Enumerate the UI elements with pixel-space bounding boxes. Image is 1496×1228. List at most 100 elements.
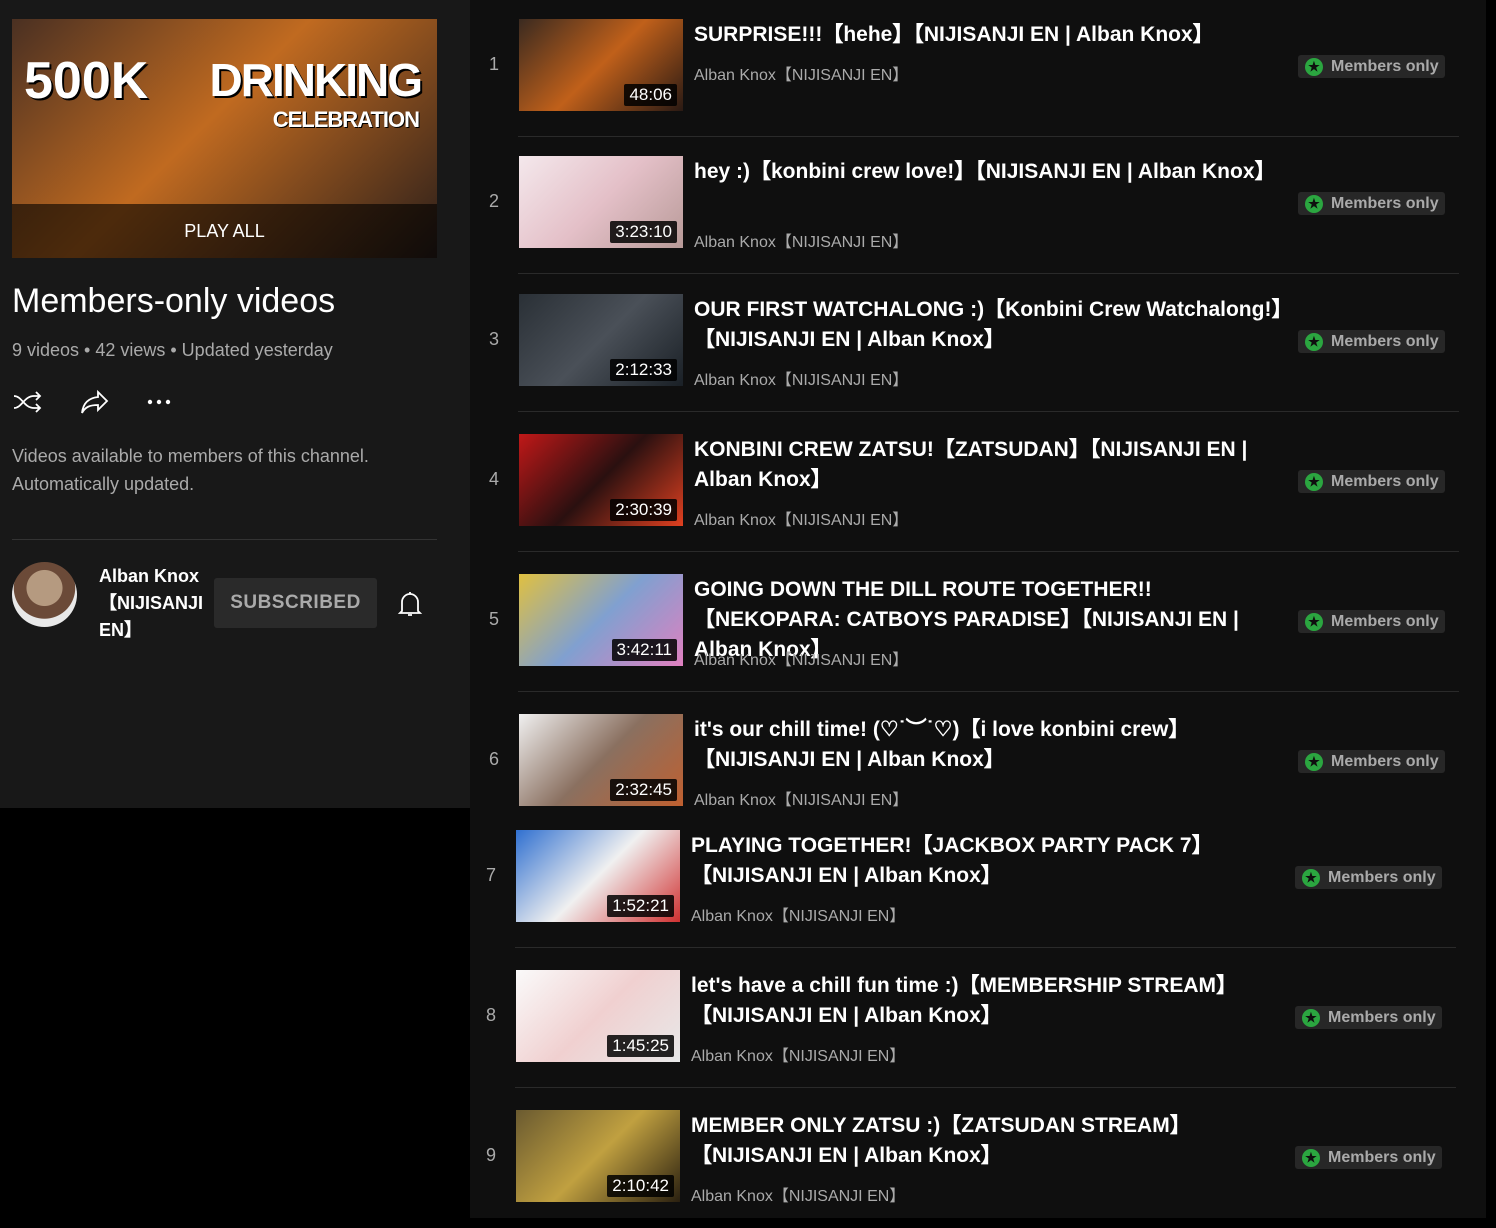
badge-label: Members only: [1328, 1008, 1436, 1026]
video-duration: 3:42:11: [611, 639, 677, 661]
star-icon: ★: [1305, 194, 1323, 213]
video-thumbnail[interactable]: 1:52:21: [516, 830, 680, 922]
members-only-badge: ★ Members only: [1298, 192, 1445, 215]
playlist-video-row[interactable]: 9 2:10:42 MEMBER ONLY ZATSU :)【ZATSUDAN …: [467, 1091, 1456, 1228]
thumbnail-text: 500K: [24, 52, 149, 110]
video-channel[interactable]: Alban Knox【NIJISANJI EN】: [694, 646, 908, 670]
video-index: 4: [488, 469, 499, 489]
star-icon: ★: [1302, 868, 1320, 887]
video-channel[interactable]: Alban Knox【NIJISANJI EN】: [691, 1182, 905, 1206]
members-only-badge: ★ Members only: [1298, 470, 1445, 493]
members-only-badge: ★ Members only: [1298, 750, 1445, 773]
playlist-sidebar: 500K DRINKING CELEBRATION PLAY ALL Membe…: [0, 0, 470, 808]
video-thumbnail[interactable]: 2:12:33: [519, 294, 683, 386]
divider: [515, 1087, 1456, 1088]
video-thumbnail[interactable]: 3:42:11: [519, 574, 683, 666]
video-duration: 48:06: [624, 84, 677, 106]
video-title[interactable]: OUR FIRST WATCHALONG :)【Konbini Crew Wat…: [694, 295, 1284, 355]
video-thumbnail[interactable]: 2:30:39: [519, 434, 683, 526]
video-list: 1 48:06 SURPRISE!!!【hehe】【NIJISANJI EN |…: [470, 0, 1486, 1218]
badge-label: Members only: [1331, 472, 1439, 490]
video-index: 3: [488, 329, 499, 349]
video-title[interactable]: PLAYING TOGETHER!【JACKBOX PARTY PACK 7】【…: [691, 831, 1281, 891]
star-icon: ★: [1302, 1008, 1320, 1027]
badge-label: Members only: [1331, 612, 1439, 630]
playlist-video-row[interactable]: 7 1:52:21 PLAYING TOGETHER!【JACKBOX PART…: [467, 811, 1456, 948]
video-channel[interactable]: Alban Knox【NIJISANJI EN】: [691, 1042, 905, 1066]
video-title[interactable]: it's our chill time! (♡˙︶˙♡)【i love konb…: [694, 715, 1284, 775]
video-title[interactable]: SURPRISE!!!【hehe】【NIJISANJI EN | Alban K…: [694, 20, 1284, 50]
playlist-video-row[interactable]: 3 2:12:33 OUR FIRST WATCHALONG :)【Konbin…: [470, 275, 1459, 412]
video-thumbnail[interactable]: 3:23:10: [519, 156, 683, 248]
star-icon: ★: [1305, 472, 1323, 491]
video-duration: 1:45:25: [607, 1035, 674, 1057]
thumbnail-text: CELEBRATION: [272, 107, 420, 132]
divider: [515, 947, 1456, 948]
playlist-thumbnail[interactable]: 500K DRINKING CELEBRATION PLAY ALL: [12, 19, 437, 258]
playlist-video-row[interactable]: 4 2:30:39 KONBINI CREW ZATSU!【ZATSUDAN】【…: [470, 415, 1459, 552]
badge-label: Members only: [1328, 1148, 1436, 1166]
video-channel[interactable]: Alban Knox【NIJISANJI EN】: [691, 902, 905, 926]
video-channel[interactable]: Alban Knox【NIJISANJI EN】: [694, 61, 908, 85]
shuffle-icon[interactable]: [12, 388, 44, 416]
star-icon: ★: [1305, 752, 1323, 771]
video-thumbnail[interactable]: 48:06: [519, 19, 683, 111]
video-thumbnail[interactable]: 1:45:25: [516, 970, 680, 1062]
members-only-badge: ★ Members only: [1295, 1006, 1442, 1029]
video-channel[interactable]: Alban Knox【NIJISANJI EN】: [694, 506, 908, 530]
playlist-video-row[interactable]: 8 1:45:25 let's have a chill fun time :)…: [467, 951, 1456, 1088]
video-index: 8: [485, 1005, 496, 1025]
bell-icon[interactable]: [397, 590, 423, 623]
playlist-video-row[interactable]: 2 3:23:10 hey :)【konbini crew love!】【NIJ…: [470, 137, 1459, 274]
video-thumbnail[interactable]: 2:32:45: [519, 714, 683, 806]
video-duration: 1:52:21: [607, 895, 674, 917]
playlist-video-row[interactable]: 5 3:42:11 GOING DOWN THE DILL ROUTE TOGE…: [470, 555, 1459, 692]
divider: [518, 551, 1459, 552]
members-only-badge: ★ Members only: [1295, 866, 1442, 889]
video-index: 2: [488, 191, 499, 211]
badge-label: Members only: [1331, 194, 1439, 212]
thumbnail-text: DRINKING: [209, 54, 423, 106]
video-title[interactable]: hey :)【konbini crew love!】【NIJISANJI EN …: [694, 157, 1284, 187]
video-index: 7: [485, 865, 496, 885]
video-index: 5: [488, 609, 499, 629]
video-title[interactable]: let's have a chill fun time :)【MEMBERSHI…: [691, 971, 1281, 1031]
star-icon: ★: [1305, 332, 1323, 351]
video-title[interactable]: MEMBER ONLY ZATSU :)【ZATSUDAN STREAM】【NI…: [691, 1111, 1281, 1171]
video-index: 9: [485, 1145, 496, 1165]
playlist-video-row[interactable]: 1 48:06 SURPRISE!!!【hehe】【NIJISANJI EN |…: [470, 0, 1459, 137]
badge-label: Members only: [1331, 57, 1439, 75]
members-only-badge: ★ Members only: [1298, 610, 1445, 633]
video-duration: 2:12:33: [610, 359, 677, 381]
star-icon: ★: [1305, 612, 1323, 631]
video-title[interactable]: KONBINI CREW ZATSU!【ZATSUDAN】【NIJISANJI …: [694, 435, 1284, 495]
video-thumbnail[interactable]: 2:10:42: [516, 1110, 680, 1202]
subscribed-button[interactable]: SUBSCRIBED: [214, 578, 377, 628]
play-all-button[interactable]: PLAY ALL: [12, 204, 437, 258]
video-index: 1: [488, 54, 499, 74]
star-icon: ★: [1302, 1148, 1320, 1167]
video-duration: 2:30:39: [610, 499, 677, 521]
video-duration: 3:23:10: [610, 221, 677, 243]
playlist-description: Videos available to members of this chan…: [12, 446, 369, 494]
badge-label: Members only: [1328, 868, 1436, 886]
share-icon[interactable]: [80, 388, 110, 416]
video-channel[interactable]: Alban Knox【NIJISANJI EN】: [694, 228, 908, 252]
video-channel[interactable]: Alban Knox【NIJISANJI EN】: [694, 786, 908, 810]
more-icon[interactable]: [146, 397, 172, 407]
video-channel[interactable]: Alban Knox【NIJISANJI EN】: [694, 366, 908, 390]
members-only-badge: ★ Members only: [1298, 55, 1445, 78]
badge-label: Members only: [1331, 752, 1439, 770]
video-duration: 2:32:45: [610, 779, 677, 801]
members-only-badge: ★ Members only: [1295, 1146, 1442, 1169]
members-only-badge: ★ Members only: [1298, 330, 1445, 353]
playlist-meta: 9 videos • 42 views • Updated yesterday: [12, 340, 333, 360]
divider: [12, 539, 437, 540]
channel-avatar[interactable]: [12, 562, 77, 627]
video-index: 6: [488, 749, 499, 769]
star-icon: ★: [1305, 57, 1323, 76]
divider: [518, 273, 1459, 274]
divider: [518, 691, 1459, 692]
divider: [518, 411, 1459, 412]
channel-name[interactable]: Alban Knox【NIJISANJI EN】: [99, 563, 203, 644]
